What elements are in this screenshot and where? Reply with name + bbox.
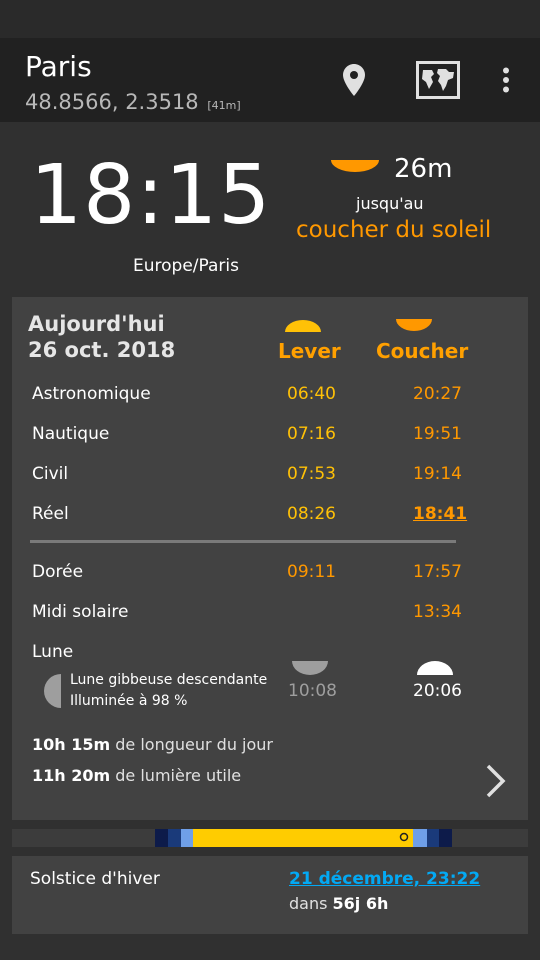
moon-phase-icon bbox=[33, 673, 63, 713]
daylight-text: de lumière utile bbox=[115, 766, 242, 785]
moon-info: Lune gibbeuse descendante Illuminée à 98 … bbox=[70, 670, 267, 712]
location-pin-icon[interactable] bbox=[338, 58, 370, 102]
daylight-length: 11h 20m de lumière utile bbox=[32, 766, 241, 785]
moon-label: Lune bbox=[32, 642, 74, 662]
moonset-time: 20:06 bbox=[413, 681, 462, 701]
rise-time: 08:26 bbox=[287, 504, 336, 524]
next-event-name[interactable]: coucher du soleil bbox=[296, 217, 491, 243]
row-label: Nautique bbox=[32, 424, 110, 444]
set-column-header: Coucher bbox=[376, 339, 469, 363]
set-time: 20:27 bbox=[413, 384, 462, 404]
row-label: Civil bbox=[32, 464, 69, 484]
solstice-date-link[interactable]: 21 décembre, 23:22 bbox=[289, 869, 480, 889]
golden-set-time: 17:57 bbox=[413, 562, 462, 582]
more-vert-icon[interactable] bbox=[494, 58, 518, 102]
location-coords[interactable]: 48.8566, 2.3518 [41m] bbox=[25, 90, 241, 114]
rise-column-header: Lever bbox=[278, 339, 341, 363]
day-length: 10h 15m de longueur du jour bbox=[32, 735, 273, 754]
golden-rise-time: 09:11 bbox=[287, 562, 336, 582]
next-event-until: jusqu'au bbox=[356, 194, 424, 213]
solar-noon-label: Midi solaire bbox=[32, 602, 129, 622]
solstice-countdown: dans 56j 6h bbox=[289, 894, 388, 913]
sunset-header-icon bbox=[396, 317, 432, 336]
daylight-value: 11h 20m bbox=[32, 766, 111, 785]
row-label: Réel bbox=[32, 504, 69, 524]
chevron-right-icon[interactable] bbox=[484, 764, 506, 802]
sunset-icon bbox=[330, 158, 380, 177]
set-time-highlighted: 18:41 bbox=[413, 504, 468, 524]
moonrise-time: 10:08 bbox=[288, 681, 337, 701]
day-label: Aujourd'hui bbox=[28, 312, 165, 336]
solstice-label: Solstice d'hiver bbox=[30, 869, 160, 889]
solstice-card[interactable] bbox=[12, 856, 528, 934]
current-time: 18:15 bbox=[30, 148, 272, 243]
moonset-icon bbox=[416, 660, 454, 680]
solstice-in-prefix: dans bbox=[289, 894, 328, 913]
moonrise-icon bbox=[291, 660, 329, 680]
set-time: 19:14 bbox=[413, 464, 462, 484]
divider bbox=[30, 540, 456, 543]
daylight-timeline-bar bbox=[155, 829, 452, 851]
solstice-in-value: 56j 6h bbox=[332, 894, 389, 913]
set-time: 19:51 bbox=[413, 424, 462, 444]
moon-phase-name: Lune gibbeuse descendante bbox=[70, 672, 268, 688]
solar-noon-time: 13:34 bbox=[413, 602, 462, 622]
sunrise-icon bbox=[285, 318, 321, 337]
altitude-text: [41m] bbox=[207, 99, 241, 112]
rise-time: 07:53 bbox=[287, 464, 336, 484]
status-bar bbox=[0, 0, 540, 38]
rise-time: 07:16 bbox=[287, 424, 336, 444]
location-name[interactable]: Paris bbox=[25, 50, 92, 83]
rise-time: 06:40 bbox=[287, 384, 336, 404]
next-event-duration: 26m bbox=[394, 154, 453, 184]
day-length-text: de longueur du jour bbox=[115, 735, 274, 754]
day-date: 26 oct. 2018 bbox=[28, 338, 176, 362]
row-label: Astronomique bbox=[32, 384, 151, 404]
timezone-label: Europe/Paris bbox=[133, 256, 239, 276]
moon-illumination: Illuminée à 98 % bbox=[70, 693, 188, 709]
day-heading: Aujourd'hui 26 oct. 2018 bbox=[28, 311, 175, 363]
coords-text: 48.8566, 2.3518 bbox=[25, 90, 199, 114]
golden-hour-label: Dorée bbox=[32, 562, 84, 582]
world-map-icon[interactable] bbox=[414, 58, 462, 102]
day-length-value: 10h 15m bbox=[32, 735, 111, 754]
